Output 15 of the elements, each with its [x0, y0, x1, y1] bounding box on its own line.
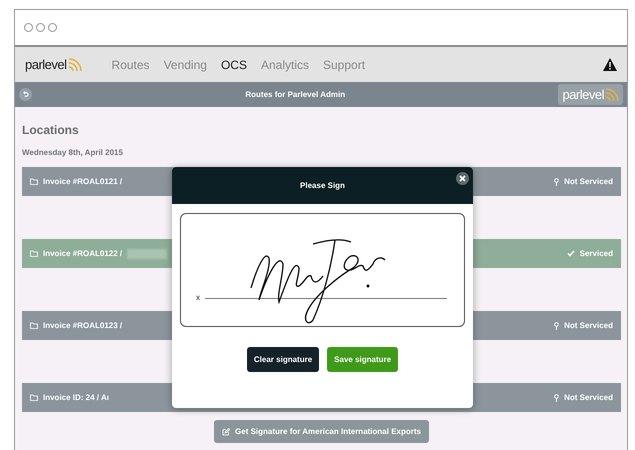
status-label: Not Serviced [564, 393, 613, 402]
invoice-label: Invoice #ROAL0123 / [43, 321, 122, 330]
status-label: Not Serviced [564, 177, 613, 186]
dialog-title: Please Sign [172, 167, 473, 204]
status-label: Serviced [580, 249, 613, 258]
invoice-label: Invoice #ROAL0121 / [43, 177, 122, 186]
section-title: Locations [22, 123, 80, 137]
logo-badge: parlevel [558, 84, 623, 105]
invoice-label: Invoice #ROAL0122 / [43, 249, 122, 258]
date-label: Wednesday 8th, April 2015 [22, 148, 124, 157]
logo-text: parlevel [25, 57, 67, 72]
sign-here-mark: x [196, 293, 200, 302]
status-label: Not Serviced [564, 321, 613, 330]
page-title: Routes for Parlevel Admin [244, 90, 346, 99]
invoice-label: Invoice ID: 24 / Aı [43, 393, 109, 402]
